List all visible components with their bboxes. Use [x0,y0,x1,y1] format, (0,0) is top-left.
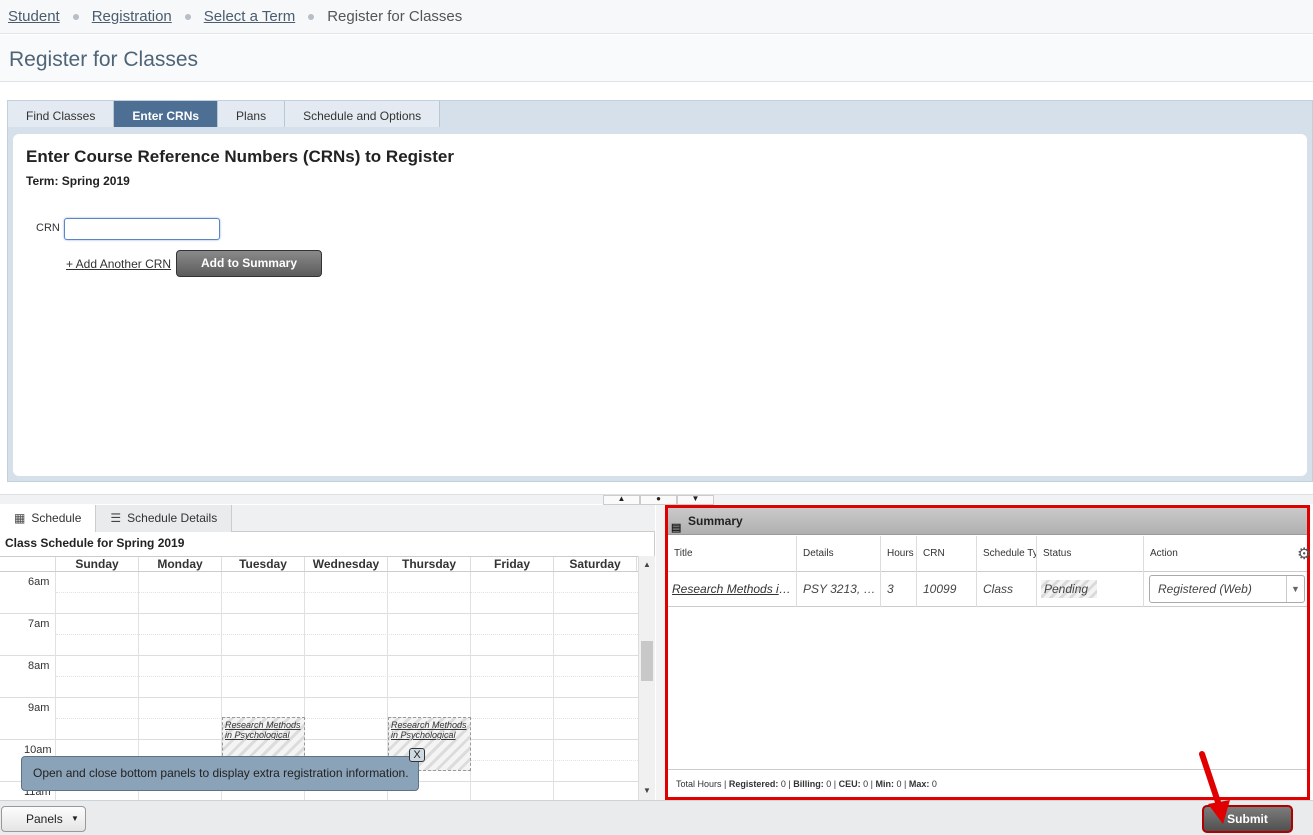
column-status[interactable]: Status [1037,536,1144,572]
registered-label: Registered: [728,779,779,789]
day-header: Sunday [56,557,139,571]
action-dropdown[interactable]: Registered (Web) ▼ [1149,575,1305,603]
registration-tabs: Find Classes Enter CRNs Plans Schedule a… [8,101,441,127]
tab-schedule-details[interactable]: ☰ Schedule Details [96,505,233,532]
scrollbar-thumb[interactable] [641,641,653,681]
center-dot-icon[interactable]: ● [640,495,677,505]
day-header: Thursday [388,557,471,571]
summary-status-cell: Pending [1037,572,1144,607]
breadcrumb-registration[interactable]: Registration [92,8,172,25]
day-header: Saturday [554,557,637,571]
calendar-icon: ▦ [14,511,26,525]
bottom-bar: Panels ▼ Submit [0,800,1313,835]
total-hours-label: Total Hours [676,779,722,789]
page-title: Register for Classes [9,48,199,71]
collapse-down-icon[interactable]: ▼ [677,495,714,505]
hour-label: 8am [28,660,50,672]
add-to-summary-button[interactable]: Add to Summary [176,250,322,277]
hour-label: 7am [28,618,50,630]
breadcrumb-separator [72,13,79,20]
summary-details-cell: PSY 3213, 001 [797,572,881,607]
crn-input[interactable] [64,218,220,240]
day-header: Monday [139,557,222,571]
hour-label: 6am [28,576,50,588]
gear-icon[interactable]: ⚙ [1297,544,1311,564]
scroll-down-icon[interactable]: ▼ [643,786,651,795]
summary-hours-cell: 3 [881,572,917,607]
page-title-bar: Register for Classes [0,35,1313,82]
ceu-value: 0 [863,779,869,789]
calendar-header: Sunday Monday Tuesday Wednesday Thursday… [0,556,638,572]
breadcrumb-current: Register for Classes [327,8,463,25]
panels-tooltip: Open and close bottom panels to display … [21,756,419,791]
ceu-label: CEU: [838,779,861,789]
min-value: 0 [896,779,902,789]
panels-button-label: Panels [26,812,63,826]
summary-schedule-type-cell: Class [977,572,1037,607]
enter-crns-title: Enter Course Reference Numbers (CRNs) to… [26,147,454,166]
billing-value: 0 [826,779,832,789]
hour-row: 8am [0,656,638,698]
panels-button[interactable]: Panels ▼ [1,806,86,832]
column-schedule-type[interactable]: Schedule Type [977,536,1037,572]
breadcrumb-separator [308,13,315,20]
tab-schedule-label: Schedule [31,511,82,525]
registration-panel: Find Classes Enter CRNs Plans Schedule a… [7,100,1313,482]
breadcrumb-separator [184,13,191,20]
breadcrumb: Student Registration Select a Term Regis… [0,0,1313,34]
tab-plans[interactable]: Plans [218,101,286,127]
hour-row: 9am [0,698,638,740]
term-label: Term: Spring 2019 [26,174,130,188]
red-arrow-icon [1199,751,1230,824]
list-icon: ☰ [110,511,122,525]
column-action[interactable]: Action [1144,536,1307,572]
status-badge: Pending [1041,580,1097,598]
column-details[interactable]: Details [797,536,881,572]
hour-row: 7am [0,614,638,656]
max-value: 0 [931,779,937,789]
schedule-title: Class Schedule for Spring 2019 [5,536,185,550]
tooltip-close-button[interactable]: X [409,748,425,762]
panel-side-strip [656,505,665,800]
schedule-scrollbar[interactable]: ▲ ▼ [638,556,655,800]
hour-row: 6am [0,572,638,614]
crn-label: CRN [36,222,60,234]
day-header: Friday [471,557,554,571]
summary-title-cell[interactable]: Research Methods in Psychological Scienc… [668,572,797,607]
tab-enter-crns[interactable]: Enter CRNs [114,101,219,127]
schedule-tabs: ▦ Schedule ☰ Schedule Details [0,505,655,532]
scroll-up-icon[interactable]: ▲ [643,560,651,569]
summary-column-headers: Title Details Hours CRN Schedule Type St… [668,536,1311,572]
column-title[interactable]: Title [668,536,797,572]
enter-crns-content: Enter Course Reference Numbers (CRNs) to… [13,134,1307,476]
max-label: Max: [908,779,930,789]
breadcrumb-student[interactable]: Student [8,8,60,25]
tab-schedule[interactable]: ▦ Schedule [0,505,97,532]
collapse-up-icon[interactable]: ▲ [603,495,640,505]
column-hours[interactable]: Hours [881,536,917,572]
splitter-controls: ▲ ● ▼ [603,495,714,505]
billing-label: Billing: [793,779,824,789]
column-crn[interactable]: CRN [917,536,977,572]
hour-label: 9am [28,702,50,714]
breadcrumb-select-term[interactable]: Select a Term [204,8,295,25]
tab-schedule-and-options[interactable]: Schedule and Options [285,101,441,127]
day-header: Wednesday [305,557,388,571]
summary-title: Summary [688,514,743,528]
hour-label: 10am [24,744,52,756]
summary-header: ▤ Summary [668,508,1307,535]
tab-schedule-details-label: Schedule Details [127,511,218,525]
caret-down-icon: ▼ [71,814,79,823]
registered-value: 0 [780,779,786,789]
day-header: Tuesday [222,557,305,571]
add-another-crn-link[interactable]: + Add Another CRN [66,257,171,271]
min-label: Min: [875,779,895,789]
action-dropdown-value: Registered (Web) [1158,582,1252,596]
summary-crn-cell: 10099 [917,572,977,607]
chevron-down-icon: ▼ [1286,576,1304,602]
tab-find-classes[interactable]: Find Classes [8,101,115,127]
calendar-gutter [0,557,56,571]
